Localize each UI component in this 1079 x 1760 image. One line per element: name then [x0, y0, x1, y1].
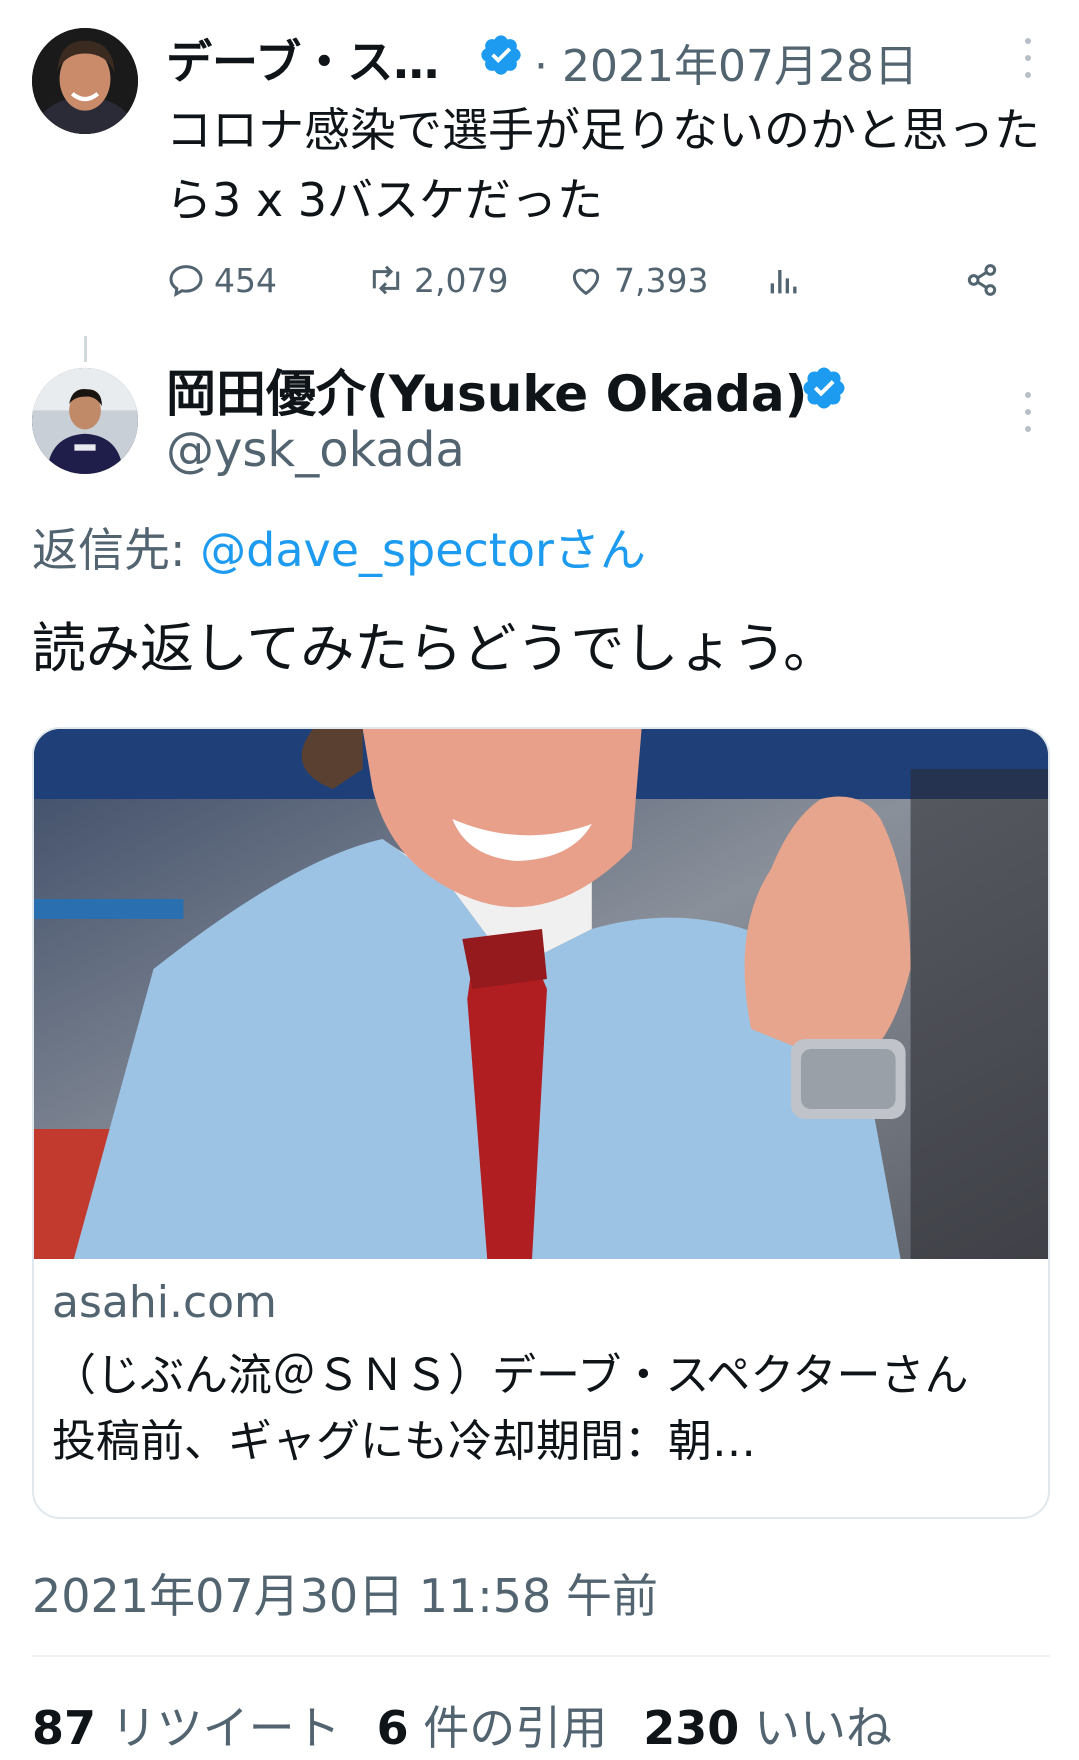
share-button[interactable]	[962, 260, 1002, 300]
parent-date[interactable]: · 2021年07月28日	[534, 30, 918, 94]
replying-to-link[interactable]: @dave_spectorさん	[200, 523, 646, 577]
replying-to: 返信先: @dave_spectorさん	[32, 514, 646, 580]
reply-button[interactable]: 454	[166, 260, 277, 300]
parent-more-icon[interactable]	[1022, 38, 1034, 78]
parent-display-name[interactable]: デーブ・ス…	[166, 26, 439, 92]
stats-divider	[32, 1655, 1050, 1657]
link-preview-card[interactable]: asahi.com （じぶん流＠ＳＮＳ）デーブ・スペクターさん 投稿前、ギャグに…	[32, 727, 1050, 1519]
separator-dot: ·	[534, 41, 548, 92]
likes-stat[interactable]: 230 いいね	[643, 1692, 892, 1758]
parent-avatar[interactable]	[32, 28, 138, 134]
engagement-stats: 87 リツイート 6 件の引用 230 いいね	[32, 1692, 892, 1758]
reply-count: 454	[214, 260, 277, 300]
retweets-label: リツイート	[110, 1701, 341, 1755]
parent-tweet-text: コロナ感染で選手が足りないのかと思ったら3 x 3バスケだった	[166, 103, 1040, 227]
author-display-name[interactable]: 岡田優介(Yusuke Okada)	[166, 354, 807, 426]
verified-badge-icon	[481, 35, 521, 75]
retweet-button[interactable]: 2,079	[366, 260, 508, 300]
author-more-icon[interactable]	[1022, 392, 1034, 432]
link-preview-domain: asahi.com	[52, 1277, 277, 1328]
parent-action-bar: 454 2,079 7,393	[166, 260, 1026, 308]
link-preview-image	[34, 729, 1048, 1259]
main-tweet-text: 読み返してみたらどうでしょう。	[32, 617, 838, 680]
like-button[interactable]: 7,393	[566, 260, 708, 300]
views-button[interactable]	[764, 260, 804, 300]
like-count: 7,393	[614, 260, 709, 300]
author-avatar[interactable]	[32, 368, 138, 474]
author-handle[interactable]: @ysk_okada	[166, 422, 465, 478]
share-icon	[967, 264, 997, 296]
likes-label: いいね	[753, 1701, 892, 1755]
quotes-count: 6	[376, 1701, 409, 1755]
likes-count: 230	[643, 1701, 740, 1755]
quotes-stat[interactable]: 6 件の引用	[377, 1692, 608, 1758]
author-verified-badge-icon	[803, 367, 845, 409]
views-icon	[770, 270, 797, 294]
quotes-label: 件の引用	[423, 1701, 608, 1755]
like-icon	[572, 268, 600, 296]
thread-connector-line	[84, 336, 87, 362]
retweet-count: 2,079	[414, 260, 509, 300]
retweets-count: 87	[32, 1701, 97, 1755]
replying-to-label: 返信先:	[32, 523, 201, 577]
parent-date-text: 2021年07月28日	[562, 41, 918, 92]
link-preview-title: （じぶん流＠ＳＮＳ）デーブ・スペクターさん 投稿前、ギャグにも冷却期間：朝…	[52, 1350, 1013, 1467]
reply-icon	[169, 265, 203, 298]
main-tweet-timestamp[interactable]: 2021年07月30日 11:58 午前	[32, 1560, 658, 1626]
retweets-stat[interactable]: 87 リツイート	[32, 1692, 341, 1758]
retweet-icon	[372, 265, 400, 295]
